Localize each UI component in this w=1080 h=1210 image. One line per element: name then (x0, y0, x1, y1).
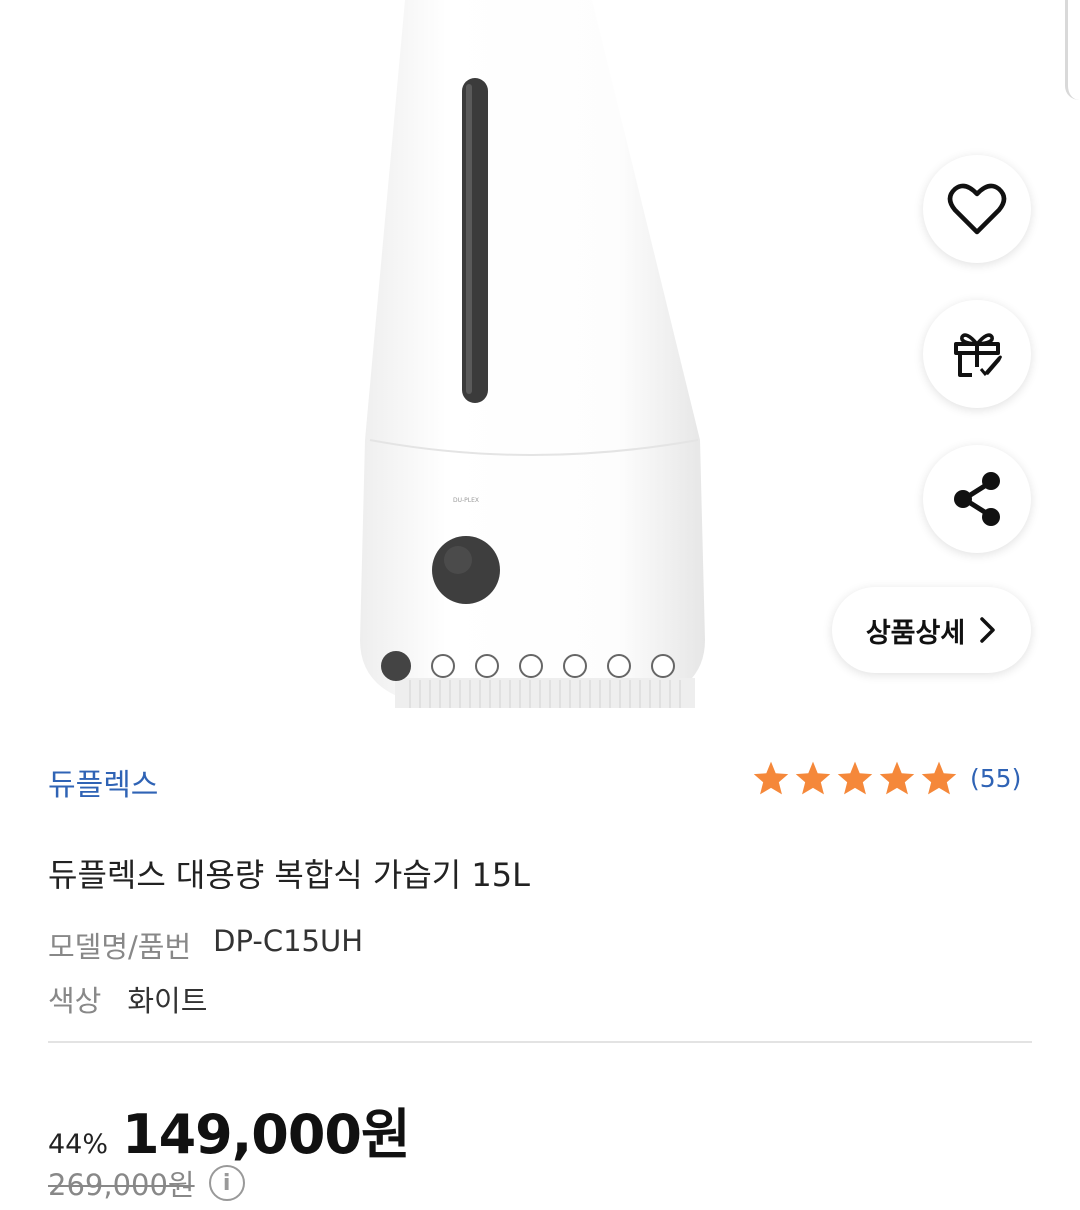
gift-button[interactable] (923, 300, 1031, 408)
share-icon (954, 472, 1000, 526)
wishlist-button[interactable] (923, 155, 1031, 263)
sale-price: 149,000원 (122, 1103, 411, 1166)
scrollbar[interactable] (1065, 0, 1080, 100)
info-icon[interactable]: i (208, 1165, 245, 1201)
original-price-row: 269,000원 i (48, 1162, 245, 1204)
product-detail-button[interactable]: 상품상세 (832, 587, 1031, 673)
discount-rate: 44% (48, 1129, 109, 1160)
review-count: (55) (970, 763, 1022, 793)
carousel-dot-5[interactable] (563, 654, 587, 678)
star-icon (795, 761, 831, 795)
carousel-dot-2[interactable] (431, 654, 455, 678)
gift-icon (954, 333, 1002, 377)
product-detail-label: 상품상세 (865, 617, 966, 649)
model-value: DP-C15UH (213, 924, 364, 958)
chevron-right-icon (980, 617, 995, 643)
product-title: 듀플렉스 대용량 복합식 가습기 15L (48, 856, 530, 894)
heart-icon (947, 183, 1007, 235)
original-price: 269,000원 (48, 1168, 195, 1202)
price-row: 44% 149,000원 (48, 1090, 411, 1169)
rating-summary[interactable]: (55) (752, 760, 1021, 796)
color-label: 색상 (48, 984, 102, 1018)
color-value: 화이트 (127, 984, 208, 1018)
star-icon (921, 761, 957, 795)
brand-mark: DU-PLEX (453, 497, 479, 504)
star-icon (837, 761, 873, 795)
carousel-dot-1[interactable] (381, 651, 411, 681)
brand-link[interactable]: 듀플렉스 (48, 760, 158, 804)
divider (48, 1041, 1032, 1043)
star-icon (879, 761, 915, 795)
carousel-dot-3[interactable] (475, 654, 499, 678)
carousel-indicator (381, 651, 675, 681)
carousel-dot-7[interactable] (651, 654, 675, 678)
share-button[interactable] (923, 445, 1031, 553)
carousel-dot-6[interactable] (607, 654, 631, 678)
model-label: 모델명/품번 (48, 930, 192, 964)
star-icon (753, 761, 789, 795)
color-spec: 색상 화이트 (48, 978, 207, 1020)
carousel-dot-4[interactable] (519, 654, 543, 678)
model-spec: 모델명/품번 DP-C15UH (48, 924, 363, 966)
